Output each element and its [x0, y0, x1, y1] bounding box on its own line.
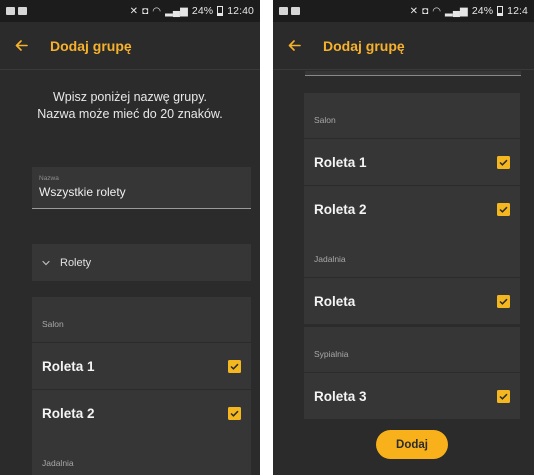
- check-icon: [230, 363, 239, 370]
- device-row-roleta-3[interactable]: Roleta 3: [304, 372, 520, 419]
- wifi-icon: ◠: [432, 5, 442, 17]
- device-checkbox[interactable]: [497, 155, 510, 169]
- room-title: Salon: [42, 319, 64, 329]
- group-name-input[interactable]: [39, 185, 244, 199]
- battery-icon: [217, 6, 224, 16]
- battery-percent: 24%: [471, 5, 494, 17]
- facebook-notification-icon: [18, 7, 27, 15]
- chevron-down-icon: [42, 260, 50, 265]
- mute-icon: ✕: [409, 5, 419, 17]
- alarm-icon: ◘: [422, 5, 429, 17]
- device-checkbox[interactable]: [228, 359, 241, 373]
- add-group-button[interactable]: Dodaj: [376, 430, 448, 459]
- dropdown-label: Rolety: [60, 256, 92, 269]
- app-bar: Dodaj grupę: [273, 22, 534, 70]
- group-name-label: Nazwa: [39, 175, 59, 182]
- room-card-salon: Salon Roleta 1 Roleta 2: [32, 297, 251, 436]
- signal-icon: ▂▄▆: [165, 5, 188, 17]
- status-indicators: ✕ ◘ ◠ ▂▄▆ 24% 12:4: [410, 5, 528, 17]
- gallery-notification-icon: [279, 7, 288, 15]
- device-label: Roleta 1: [42, 358, 95, 374]
- status-bar: ✕ ◘ ◠ ▂▄▆ 24% 12:40: [0, 0, 260, 22]
- device-row-roleta-2[interactable]: Roleta 2: [304, 185, 520, 232]
- instructions: Wpisz poniżej nazwę grupy. Nazwa może mi…: [0, 89, 260, 123]
- app-bar: Dodaj grupę: [0, 22, 260, 70]
- device-type-dropdown[interactable]: Rolety: [32, 244, 251, 281]
- instructions-line-1: Wpisz poniżej nazwę grupy.: [52, 90, 207, 104]
- device-label: Roleta: [314, 293, 356, 309]
- phone-screen-right: ✕ ◘ ◠ ▂▄▆ 24% 12:4 Dodaj grupę Salon Rol…: [273, 0, 534, 475]
- battery-percent: 24%: [191, 5, 214, 17]
- notification-icons: [6, 7, 27, 15]
- device-checkbox[interactable]: [497, 389, 510, 403]
- alarm-icon: ◘: [142, 5, 149, 17]
- back-button[interactable]: [4, 22, 38, 70]
- arrow-left-icon: [15, 40, 28, 51]
- form-content: Wpisz poniżej nazwę grupy. Nazwa może mi…: [0, 71, 260, 475]
- clock: 12:40: [227, 5, 254, 17]
- room-card-jadalnia: Jadalnia: [32, 436, 251, 475]
- page-title: Dodaj grupę: [323, 37, 405, 54]
- facebook-notification-icon: [291, 7, 300, 15]
- group-name-field[interactable]: Nazwa: [32, 167, 251, 209]
- check-icon: [499, 298, 508, 305]
- group-name-field-edge: [305, 71, 521, 76]
- check-icon: [230, 410, 239, 417]
- device-label: Roleta 1: [314, 154, 367, 170]
- device-label: Roleta 2: [314, 201, 367, 217]
- clock: 12:4: [507, 5, 528, 17]
- room-title: Sypialnia: [314, 349, 349, 359]
- device-label: Roleta 3: [314, 388, 367, 404]
- check-icon: [499, 206, 508, 213]
- device-row-roleta-1[interactable]: Roleta 1: [304, 138, 520, 185]
- device-label: Roleta 2: [42, 405, 95, 421]
- notification-icons: [279, 7, 300, 15]
- back-button[interactable]: [277, 22, 311, 70]
- form-content-scrolled: Salon Roleta 1 Roleta 2 Jadalnia Roleta: [273, 71, 534, 475]
- phone-screen-left: ✕ ◘ ◠ ▂▄▆ 24% 12:40 Dodaj grupę Wpisz po…: [0, 0, 260, 475]
- wifi-icon: ◠: [152, 5, 162, 17]
- status-bar: ✕ ◘ ◠ ▂▄▆ 24% 12:4: [273, 0, 534, 22]
- check-icon: [499, 393, 508, 400]
- room-card-salon: Salon Roleta 1 Roleta 2: [304, 93, 520, 232]
- arrow-left-icon: [288, 40, 301, 51]
- room-title: Salon: [314, 115, 336, 125]
- room-card-jadalnia: Jadalnia Roleta: [304, 232, 520, 324]
- mute-icon: ✕: [129, 5, 139, 17]
- room-card-sypialnia: Sypialnia Roleta 3: [304, 327, 520, 419]
- signal-icon: ▂▄▆: [445, 5, 468, 17]
- status-indicators: ✕ ◘ ◠ ▂▄▆ 24% 12:40: [130, 5, 254, 17]
- instructions-line-2: Nazwa może mieć do 20 znaków.: [37, 107, 223, 121]
- device-row-roleta-1[interactable]: Roleta 1: [32, 342, 251, 389]
- check-icon: [499, 159, 508, 166]
- device-checkbox[interactable]: [497, 202, 510, 216]
- device-row-roleta[interactable]: Roleta: [304, 277, 520, 324]
- gallery-notification-icon: [6, 7, 15, 15]
- device-row-roleta-2[interactable]: Roleta 2: [32, 389, 251, 436]
- page-title: Dodaj grupę: [50, 37, 132, 54]
- device-checkbox[interactable]: [497, 294, 510, 308]
- room-title: Jadalnia: [314, 254, 346, 264]
- room-title: Jadalnia: [42, 458, 74, 468]
- battery-icon: [497, 6, 504, 16]
- device-checkbox[interactable]: [228, 406, 241, 420]
